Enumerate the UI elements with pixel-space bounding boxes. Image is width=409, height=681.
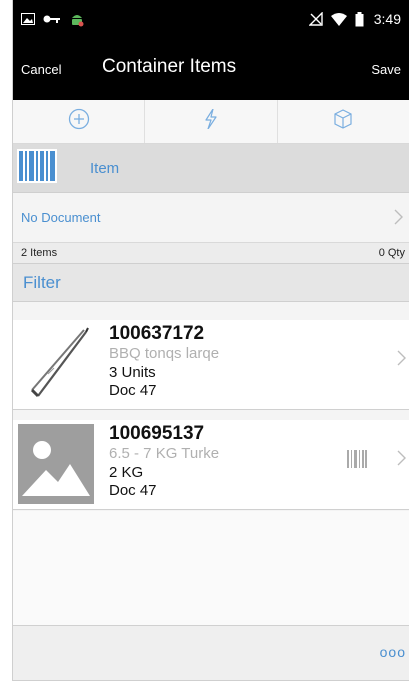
- item-image-placeholder: [18, 424, 94, 504]
- item-number: 100695137: [109, 423, 205, 444]
- document-selector[interactable]: No Document: [13, 193, 409, 243]
- add-circle-icon: [68, 108, 90, 135]
- item-count: 2 Items: [21, 247, 58, 259]
- gallery-icon: [21, 13, 35, 25]
- chevron-right-icon: [397, 350, 406, 371]
- lightning-icon: [204, 108, 218, 134]
- filter-label: Filter: [23, 272, 61, 292]
- document-label: No Document: [21, 210, 101, 225]
- battery-icon: [355, 11, 364, 27]
- summary-row: 2 Items 0 Qty: [13, 243, 409, 264]
- item-description: BBQ tonqs larqe: [109, 345, 220, 362]
- chevron-right-icon: [397, 450, 406, 471]
- item-scan-label: Item: [90, 159, 120, 177]
- qty-count: 0 Qty: [378, 247, 405, 259]
- android-notify-icon: [69, 11, 85, 27]
- wifi-icon: [330, 12, 347, 26]
- cancel-button[interactable]: Cancel: [21, 62, 61, 77]
- chevron-right-icon: [394, 207, 403, 229]
- barcode-icon: [347, 450, 367, 473]
- item-quantity: 3 Units: [109, 364, 156, 381]
- status-left-icons: [21, 11, 85, 27]
- app-bar: Cancel Container Items Save: [13, 38, 409, 100]
- barcode-icon: [17, 148, 57, 188]
- action-toolbar: [13, 100, 409, 144]
- clock: 3:49: [373, 11, 401, 27]
- device-screen: 3:49 Cancel Container Items Save Item No…: [12, 0, 409, 681]
- list-item[interactable]: 100637172 BBQ tonqs larqe 3 Units Doc 47: [13, 320, 409, 410]
- item-document: Doc 47: [109, 382, 157, 399]
- status-right-icons: 3:49: [308, 11, 401, 27]
- list-item[interactable]: 100695137 6.5 - 7 KG Turke 2 KG Doc 47: [13, 420, 409, 510]
- save-button[interactable]: Save: [371, 62, 401, 77]
- item-description: 6.5 - 7 KG Turke: [109, 445, 220, 462]
- quick-action-button[interactable]: [145, 100, 278, 143]
- key-icon: [43, 14, 61, 24]
- item-scan-field[interactable]: Item: [13, 144, 409, 193]
- no-signal-icon: [308, 12, 323, 26]
- add-button[interactable]: [13, 100, 146, 143]
- item-number: 100637172: [109, 323, 205, 344]
- list-empty-area: [13, 511, 409, 625]
- item-image-tongs: [18, 324, 94, 404]
- item-document: Doc 47: [109, 482, 157, 499]
- more-options-button[interactable]: ooo: [380, 644, 406, 660]
- bottom-bar: ooo: [13, 625, 409, 680]
- cube-icon: [333, 109, 353, 134]
- page-title: Container Items: [102, 56, 237, 77]
- filter-button[interactable]: Filter: [13, 264, 409, 302]
- container-button[interactable]: [278, 100, 409, 143]
- status-bar: 3:49: [13, 0, 409, 38]
- item-quantity: 2 KG: [109, 464, 144, 481]
